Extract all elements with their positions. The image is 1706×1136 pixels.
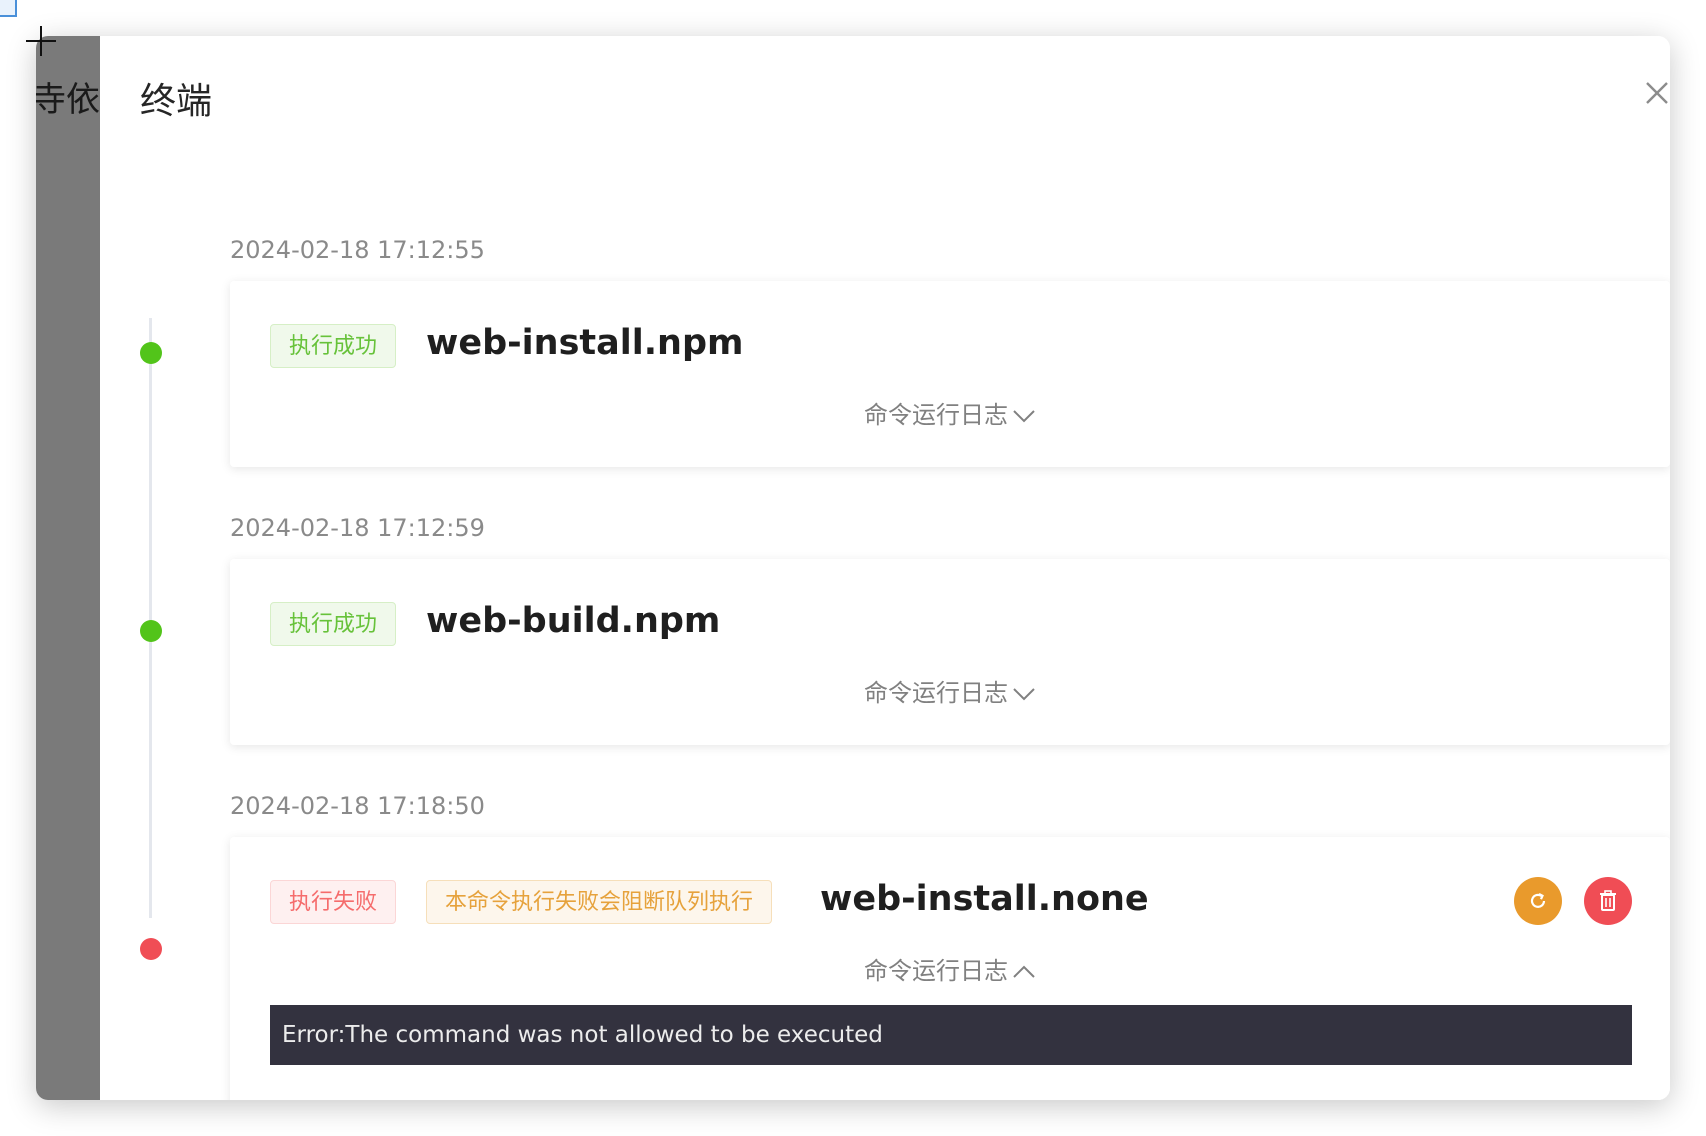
task-card: 执行成功 web-build.npm 命令运行日志	[230, 559, 1670, 745]
task-timestamp: 2024-02-18 17:12:55	[230, 236, 485, 264]
retry-icon	[1530, 893, 1546, 908]
app-window: 寺依赖 终端 2024-02-18 17:12:55 执行成功 web-inst…	[36, 36, 1670, 1100]
status-tag-success: 执行成功	[270, 602, 397, 646]
window-corner-marker	[0, 0, 17, 17]
task-card: 执行失败 本命令执行失败会阻断队列执行 web-install.none 命令运…	[230, 837, 1670, 1100]
chevron-down-icon	[1013, 688, 1035, 701]
log-toggle-label: 命令运行日志	[864, 957, 1008, 985]
warning-tag-blocks-queue: 本命令执行失败会阻断队列执行	[426, 880, 773, 924]
backdrop-overlay[interactable]: 寺依赖	[36, 36, 100, 1100]
drawer-title: 终端	[140, 81, 213, 122]
crosshair-cursor	[26, 26, 56, 56]
close-icon[interactable]	[1644, 80, 1670, 106]
timeline-dot-failed	[140, 938, 162, 960]
log-toggle-button[interactable]: 命令运行日志	[230, 673, 1670, 708]
command-name: web-build.npm	[426, 601, 721, 641]
status-tag-failed: 执行失败	[270, 880, 397, 924]
command-log-output: Error:The command was not allowed to be …	[270, 1005, 1632, 1065]
chevron-down-icon	[1013, 410, 1035, 423]
timeline-line	[149, 318, 152, 918]
chevron-up-icon	[1013, 965, 1035, 978]
command-name: web-install.npm	[426, 323, 744, 363]
trash-icon	[1600, 890, 1616, 911]
command-name: web-install.none	[820, 879, 1149, 919]
delete-button[interactable]	[1584, 877, 1632, 925]
timeline-dot-success	[140, 342, 162, 364]
log-toggle-label: 命令运行日志	[864, 401, 1008, 429]
log-toggle-button[interactable]: 命令运行日志	[230, 951, 1670, 986]
task-card: 执行成功 web-install.npm 命令运行日志	[230, 281, 1670, 467]
backdrop-partial-text: 寺依赖	[36, 80, 100, 120]
task-timestamp: 2024-02-18 17:18:50	[230, 792, 485, 820]
retry-button[interactable]	[1514, 877, 1562, 925]
task-timestamp: 2024-02-18 17:12:59	[230, 514, 485, 542]
status-tag-success: 执行成功	[270, 324, 397, 368]
log-toggle-button[interactable]: 命令运行日志	[230, 395, 1670, 430]
terminal-drawer: 终端 2024-02-18 17:12:55 执行成功 web-install.…	[100, 36, 1670, 1100]
timeline-dot-success	[140, 620, 162, 642]
log-toggle-label: 命令运行日志	[864, 679, 1008, 707]
